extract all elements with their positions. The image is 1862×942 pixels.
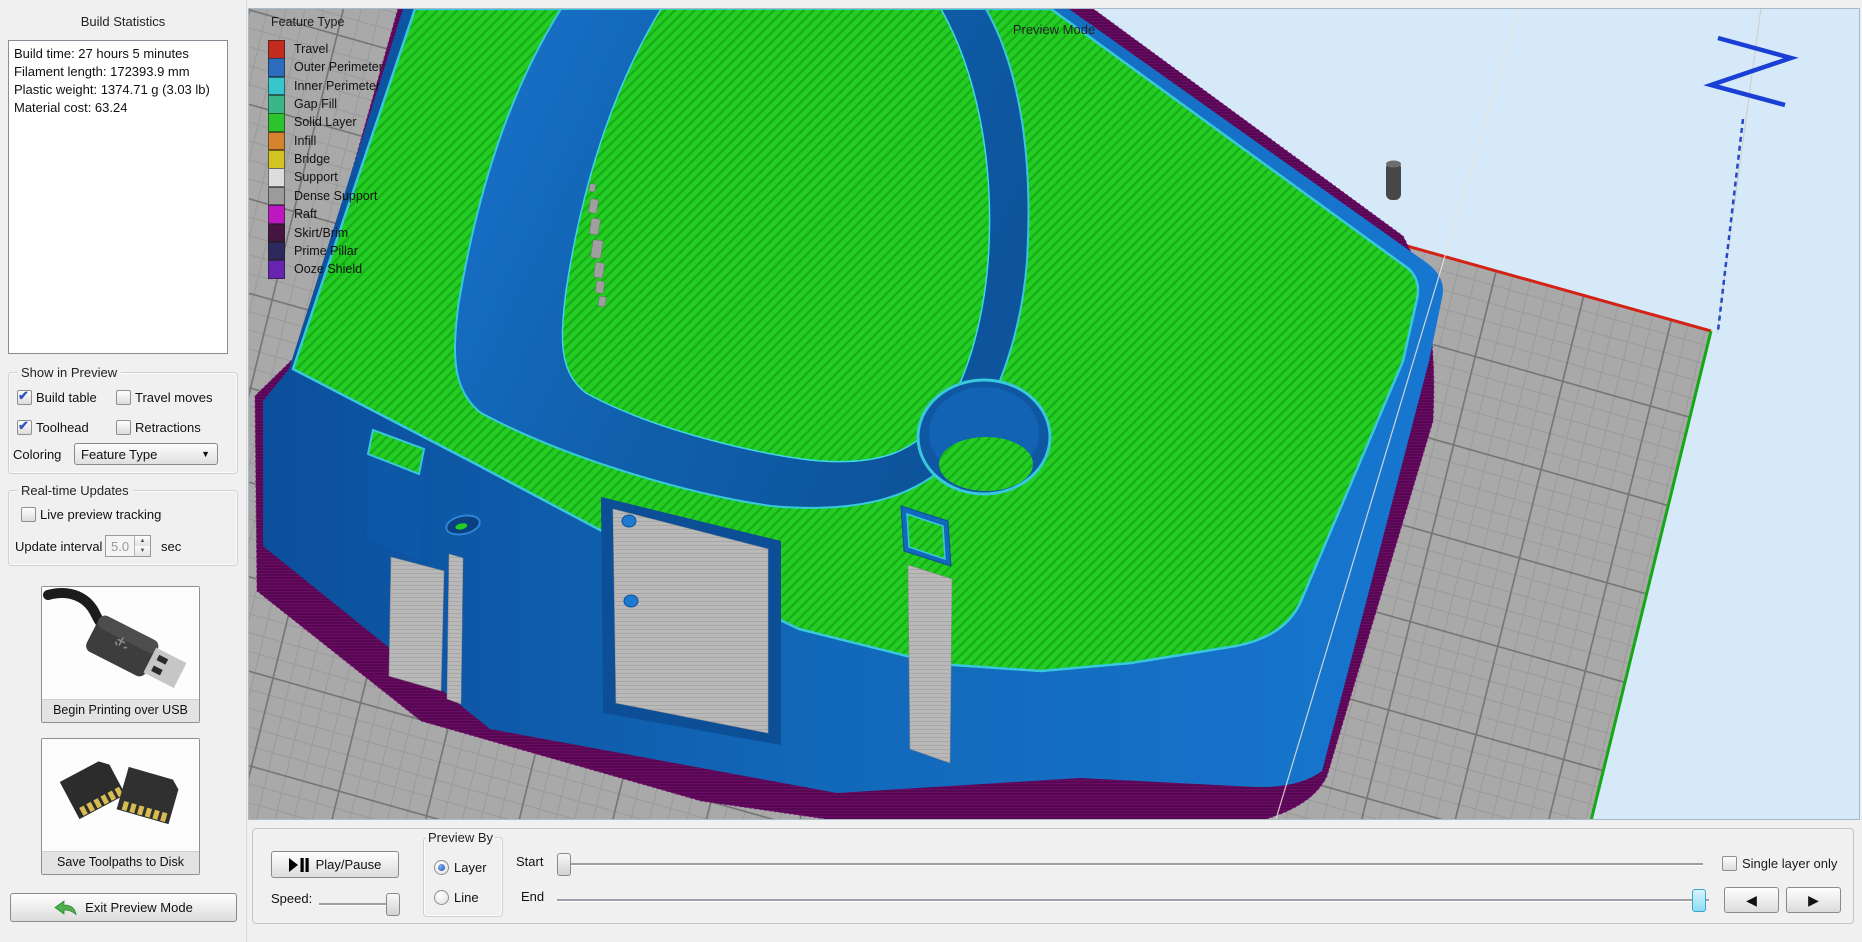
preview-3d-viewport[interactable]: Preview Mode Feature Type Travel Outer Pe…: [248, 8, 1860, 820]
update-interval-label: Update interval: [15, 539, 102, 554]
legend-item-label: Outer Perimeter: [294, 60, 383, 74]
show-in-preview-label: Show in Preview: [17, 365, 121, 380]
start-slider-handle[interactable]: [557, 853, 571, 876]
stat-filament-length: Filament length: 172393.9 mm: [9, 63, 227, 81]
legend-item-label: Travel: [294, 42, 328, 56]
legend-item-label: Gap Fill: [294, 97, 337, 111]
build-table-label: Build table: [36, 390, 97, 405]
legend-item-label: Inner Perimeter: [294, 79, 380, 93]
legend-swatch: [268, 58, 285, 77]
single-layer-label: Single layer only: [1742, 856, 1837, 871]
speed-slider-handle[interactable]: [386, 893, 400, 916]
speed-label: Speed:: [271, 891, 312, 906]
right-arrow-icon: ▶: [1808, 892, 1819, 909]
previous-layer-button[interactable]: ◀: [1724, 887, 1779, 913]
travel-moves-checkbox[interactable]: [116, 390, 131, 405]
line-radio-label: Line: [454, 890, 479, 905]
legend-swatch: [268, 150, 285, 169]
single-layer-checkbox[interactable]: [1722, 856, 1737, 871]
end-label: End: [521, 889, 544, 904]
legend-swatch: [268, 77, 285, 96]
update-interval-value: 5.0: [111, 539, 129, 554]
preview-toolbar: Play/Pause Speed: Preview By Layer Line …: [252, 828, 1854, 924]
exit-preview-mode-label: Exit Preview Mode: [85, 900, 193, 915]
stat-build-time: Build time: 27 hours 5 minutes: [9, 45, 227, 63]
usb-plug-icon: [42, 587, 199, 699]
build-statistics-box: Build time: 27 hours 5 minutes Filament …: [8, 40, 228, 354]
start-slider-track[interactable]: [557, 863, 1703, 865]
legend-title: Feature Type: [271, 15, 344, 29]
legend-swatch: [268, 205, 285, 224]
save-toolpaths-button[interactable]: Save Toolpaths to Disk: [41, 738, 200, 875]
realtime-updates-group: Real-time Updates Live preview tracking …: [8, 490, 238, 566]
legend-item-label: Skirt/Brim: [294, 226, 348, 240]
preview-by-group: Preview By Layer Line: [423, 837, 503, 917]
retractions-checkbox[interactable]: [116, 420, 131, 435]
layer-radio-label: Layer: [454, 860, 487, 875]
realtime-updates-label: Real-time Updates: [17, 483, 133, 498]
legend-swatch: [268, 187, 285, 206]
legend-item-label: Solid Layer: [294, 115, 357, 129]
start-label: Start: [516, 854, 543, 869]
chevron-down-icon: ▼: [201, 449, 210, 459]
coloring-dropdown[interactable]: Feature Type ▼: [74, 443, 218, 465]
preview-mode-label: Preview Mode: [249, 22, 1859, 37]
end-slider-track[interactable]: [557, 899, 1709, 901]
toolpath-3d-scene: [249, 9, 1859, 819]
toolhead-label: Toolhead: [36, 420, 89, 435]
live-preview-tracking-checkbox[interactable]: [21, 507, 36, 522]
green-back-arrow-icon: [54, 900, 78, 916]
legend-item-label: Support: [294, 170, 338, 184]
legend-swatch: [268, 40, 285, 59]
legend-swatch: [268, 260, 285, 279]
play-pause-button[interactable]: Play/Pause: [271, 851, 399, 878]
legend-item-label: Prime Pillar: [294, 244, 358, 258]
next-layer-button[interactable]: ▶: [1786, 887, 1841, 913]
legend-item-label: Dense Support: [294, 189, 377, 203]
toolhead-pin: [1386, 161, 1401, 201]
legend-item-label: Bridge: [294, 152, 330, 166]
save-toolpaths-label: Save Toolpaths to Disk: [42, 851, 199, 874]
legend-item-label: Infill: [294, 134, 316, 148]
travel-moves-label: Travel moves: [135, 390, 213, 405]
preview-by-label: Preview By: [426, 830, 495, 845]
legend-swatch: [268, 95, 285, 114]
exit-preview-mode-button[interactable]: Exit Preview Mode: [10, 893, 237, 922]
recess-floor: [563, 9, 990, 462]
stat-plastic-weight: Plastic weight: 1374.71 g (3.03 lb): [9, 81, 227, 99]
legend-item-label: Ooze Shield: [294, 262, 362, 276]
left-arrow-icon: ◀: [1746, 892, 1757, 909]
circular-hole: [918, 380, 1050, 494]
begin-printing-usb-label: Begin Printing over USB: [42, 699, 199, 722]
show-in-preview-group: Show in Preview Build table Travel moves…: [8, 372, 238, 474]
play-pause-label: Play/Pause: [316, 857, 382, 872]
coloring-dropdown-value: Feature Type: [81, 447, 157, 462]
toolhead-checkbox[interactable]: [17, 420, 32, 435]
retractions-label: Retractions: [135, 420, 201, 435]
legend-swatch: [268, 113, 285, 132]
legend-swatch: [268, 224, 285, 243]
live-preview-tracking-label: Live preview tracking: [40, 507, 161, 522]
legend-swatch: [268, 132, 285, 151]
legend-item-label: Raft: [294, 207, 317, 221]
begin-printing-usb-button[interactable]: Begin Printing over USB: [41, 586, 200, 723]
end-slider-handle[interactable]: [1692, 889, 1706, 912]
update-interval-unit: sec: [161, 539, 181, 554]
spinner-arrows-icon[interactable]: ▲▼: [134, 536, 150, 556]
panel-title: Build Statistics: [0, 14, 246, 29]
line-radio[interactable]: [434, 890, 449, 905]
build-table-checkbox[interactable]: [17, 390, 32, 405]
coloring-label: Coloring: [13, 447, 61, 462]
legend-swatch: [268, 242, 285, 261]
play-pause-icon: [289, 858, 310, 872]
sd-cards-icon: [42, 739, 199, 851]
left-panel: Build Statistics Build time: 27 hours 5 …: [0, 0, 247, 942]
update-interval-spinner[interactable]: 5.0 ▲▼: [105, 535, 151, 557]
stat-material-cost: Material cost: 63.24: [9, 99, 227, 117]
layer-radio[interactable]: [434, 860, 449, 875]
legend-swatch: [268, 168, 285, 187]
